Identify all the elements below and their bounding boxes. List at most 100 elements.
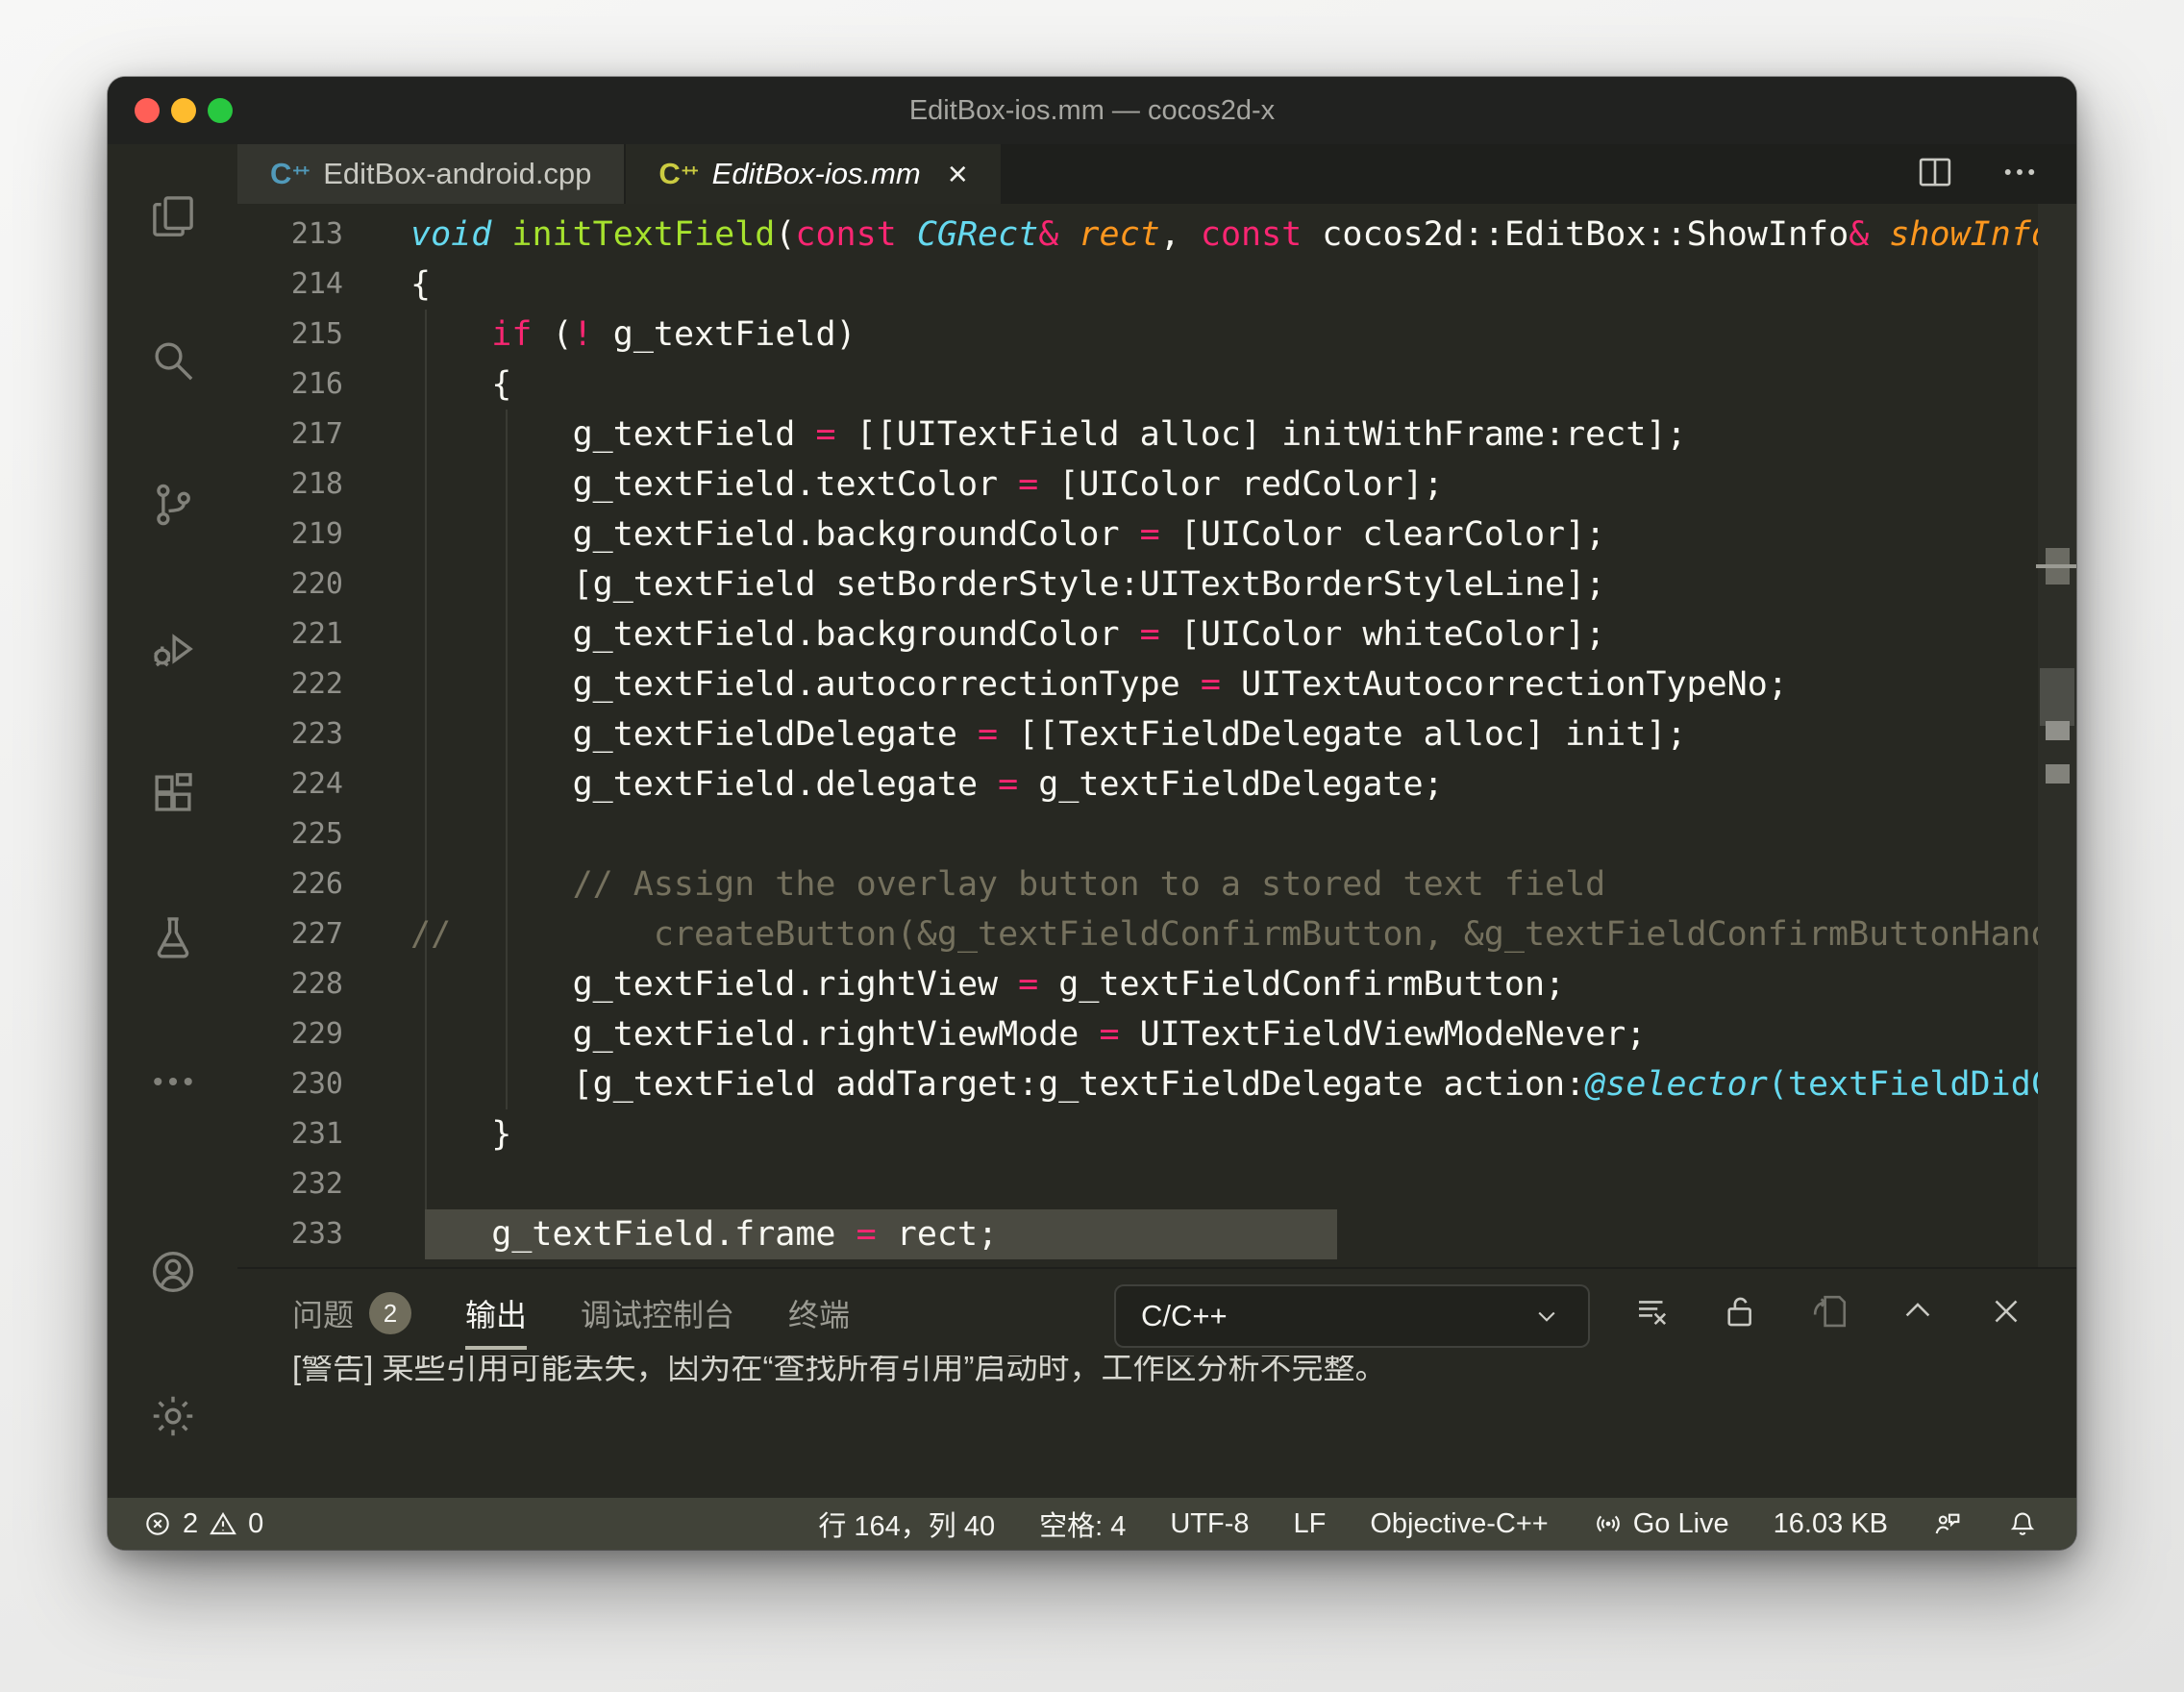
window-title: EditBox-ios.mm — cocos2d-x [908, 94, 1276, 126]
split-editor-button[interactable] [1915, 152, 1955, 197]
channel-value: C/C++ [1141, 1299, 1228, 1332]
line-number: 224 [290, 767, 343, 801]
line-number: 226 [290, 867, 343, 901]
activity-bar [108, 144, 238, 1498]
editor-tabs: C++ EditBox-android.cpp C++ EditBox-ios.mm × [237, 144, 1003, 204]
status-item-label: 16.03 KB [1773, 1507, 1888, 1539]
panel-actions [1632, 1269, 2026, 1357]
panel-tab-problems[interactable]: 问题 2 [292, 1269, 412, 1357]
tab-bar: C++ EditBox-android.cpp C++ EditBox-ios.mm × [237, 144, 2076, 204]
activity-item-settings[interactable] [108, 1344, 237, 1488]
maximize-panel-icon [1898, 1291, 1938, 1331]
scrollbar-thumb[interactable] [2040, 668, 2074, 726]
code-line-229: g_textField.rightViewMode = UITextFieldV… [410, 1015, 1647, 1054]
line-number: 222 [290, 667, 343, 701]
status-item-notifications[interactable] [2007, 1508, 2038, 1539]
overview-ruler-mark [2046, 721, 2070, 740]
code-line-219: g_textField.backgroundColor = [UIColor c… [410, 515, 1606, 554]
activity-item-source-control[interactable] [108, 433, 237, 577]
cpp-file-icon: C++ [658, 157, 698, 190]
overview-ruler-mark [2046, 764, 2070, 784]
open-in-editor-button[interactable] [1809, 1291, 1849, 1336]
editor-actions [1915, 144, 2076, 204]
search-icon [147, 335, 199, 386]
line-number: 213 [290, 217, 343, 251]
panel-tab-terminal[interactable]: 终端 [788, 1269, 850, 1357]
line-number: 230 [290, 1067, 343, 1101]
close-tab-icon[interactable]: × [948, 157, 968, 191]
line-number: 220 [290, 567, 343, 601]
error-icon [142, 1508, 173, 1539]
activity-item-search[interactable] [108, 288, 237, 433]
maximize-panel-button[interactable] [1898, 1291, 1938, 1336]
code-line-226: // Assign the overlay button to a stored… [410, 865, 1606, 904]
line-number: 229 [290, 1017, 343, 1051]
scrollbar[interactable] [2036, 204, 2076, 1267]
tab-label: EditBox-android.cpp [323, 157, 592, 190]
line-number: 223 [290, 717, 343, 751]
account-icon [147, 1246, 199, 1298]
activity-item-account[interactable] [108, 1200, 237, 1344]
status-item-go-live[interactable]: Go Live [1593, 1508, 1729, 1540]
line-number: 215 [290, 317, 343, 351]
status-item-label: Objective-C++ [1370, 1507, 1549, 1539]
open-in-editor-icon [1809, 1291, 1849, 1331]
code-line-233: g_textField.frame = rect; [410, 1215, 999, 1254]
status-item-cursor-position[interactable]: 行 164，列 40 [818, 1504, 995, 1544]
zoom-window-button[interactable] [208, 98, 233, 123]
clear-output-icon [1632, 1291, 1673, 1331]
activity-item-extensions[interactable] [108, 721, 237, 865]
activity-bar-bottom [108, 1200, 237, 1498]
panel-tabs: 问题 2 输出 调试控制台 终端 [292, 1269, 850, 1357]
more-icon [147, 1056, 199, 1107]
line-number: 233 [290, 1217, 343, 1251]
line-number: 217 [290, 417, 343, 451]
warning-count: 0 [248, 1507, 264, 1539]
close-panel-button[interactable] [1986, 1291, 2026, 1336]
activity-item-testing[interactable] [108, 865, 237, 1009]
panel-tab-debug-console[interactable]: 调试控制台 [581, 1269, 734, 1357]
status-item-language-mode[interactable]: Objective-C++ [1370, 1508, 1548, 1540]
unlock-icon [1721, 1291, 1761, 1331]
problems-status[interactable]: 2 0 [142, 1508, 263, 1540]
status-item-file-size[interactable]: 16.03 KB [1774, 1508, 1888, 1540]
cpp-file-icon: C++ [270, 157, 310, 190]
chevron-down-icon [1530, 1300, 1563, 1332]
close-window-button[interactable] [135, 98, 160, 123]
code-line-224: g_textField.delegate = g_textFieldDelega… [410, 765, 1444, 804]
titlebar[interactable]: EditBox-ios.mm — cocos2d-x [108, 77, 2076, 144]
code-line-223: g_textFieldDelegate = [[TextFieldDelegat… [410, 715, 1687, 754]
activity-item-explorer[interactable] [108, 144, 237, 288]
panel-tab-label: 终端 [788, 1298, 851, 1332]
panel-tab-label: 问题 [292, 1298, 355, 1332]
status-item-encoding[interactable]: UTF-8 [1170, 1508, 1249, 1540]
activity-item-run-debug[interactable] [108, 577, 237, 721]
panel-tab-output[interactable]: 输出 [465, 1269, 528, 1357]
status-item-indentation[interactable]: 空格: 4 [1039, 1504, 1126, 1544]
problems-badge: 2 [369, 1292, 412, 1334]
tab-editbox-android-cpp[interactable]: C++ EditBox-android.cpp [237, 144, 625, 204]
more-actions-button[interactable] [1999, 152, 2040, 197]
line-number: 218 [290, 467, 343, 501]
feedback-icon [1932, 1508, 1963, 1539]
close-panel-icon [1986, 1291, 2026, 1331]
bell-icon [2007, 1508, 2038, 1539]
unlock-button[interactable] [1721, 1291, 1761, 1336]
output-area[interactable]: [警告] 某些引用可能丢失，因为在“查找所有引用”启动时，工作区分析不完整。 [292, 1356, 2057, 1404]
status-item-label: LF [1293, 1507, 1327, 1539]
status-item-label: UTF-8 [1170, 1507, 1250, 1539]
activity-item-more[interactable] [108, 1009, 237, 1154]
broadcast-icon [1593, 1508, 1624, 1539]
warning-icon [208, 1508, 238, 1539]
tab-editbox-ios-mm[interactable]: C++ EditBox-ios.mm × [626, 144, 1001, 204]
testing-icon [147, 911, 199, 963]
minimize-window-button[interactable] [171, 98, 196, 123]
status-item-feedback[interactable] [1932, 1508, 1963, 1539]
output-channel-select[interactable]: C/C++ [1114, 1284, 1590, 1348]
clear-output-button[interactable] [1632, 1291, 1673, 1336]
line-number: 231 [290, 1117, 343, 1151]
status-item-eol[interactable]: LF [1294, 1508, 1327, 1540]
editor[interactable]: 213 214 215 216 217 218 219 220 221 222 223 224 225 2… [237, 204, 2076, 1267]
status-bar-right: 行 164，列 40 空格: 4 UTF-8 LF Objective-C++ Go Li… [818, 1504, 2038, 1544]
code-line-218: g_textField.textColor = [UIColor redColo… [410, 465, 1444, 504]
